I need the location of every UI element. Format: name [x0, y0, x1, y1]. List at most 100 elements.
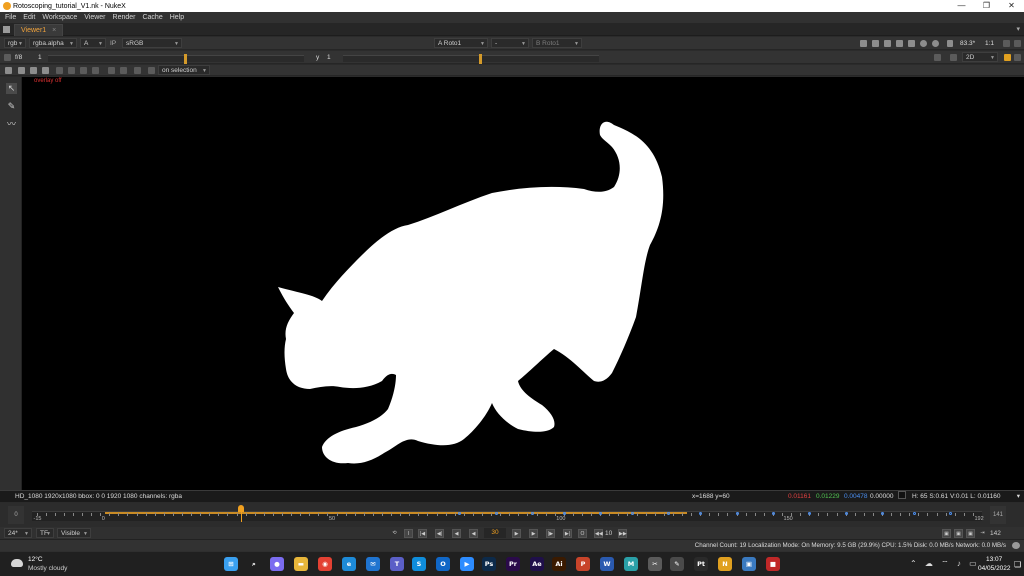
keyframe-marker[interactable] [771, 512, 775, 515]
app-icon[interactable]: ▣ [742, 557, 756, 571]
step-back-icon[interactable]: ◀ [452, 529, 461, 538]
keyframe-marker[interactable] [735, 512, 739, 515]
maximize-button[interactable]: ❐ [974, 0, 999, 12]
transform-icon[interactable] [30, 67, 37, 74]
powerpoint-icon[interactable]: P [576, 557, 590, 571]
menu-help[interactable]: Help [170, 14, 184, 21]
point-remove-icon[interactable] [92, 67, 99, 74]
menu-edit[interactable]: Edit [23, 14, 35, 21]
step-forward-icon[interactable]: ▶ [529, 529, 538, 538]
zoom-level[interactable]: 83.3* [960, 38, 975, 49]
gamma-slider[interactable] [343, 54, 599, 64]
after-effects-icon[interactable]: Ae [530, 557, 544, 571]
lock-icon[interactable] [932, 40, 939, 47]
frame-increment-field[interactable]: 10 [605, 528, 612, 539]
snipping-icon[interactable]: ✂ [648, 557, 662, 571]
bezier-tool-icon[interactable]: ✎ [6, 101, 17, 112]
premiere-icon[interactable]: Pr [506, 557, 520, 571]
out-point-icon[interactable]: O [578, 529, 587, 538]
weather-description[interactable]: Mostly cloudy [28, 565, 67, 572]
status-menu-icon[interactable] [1012, 542, 1020, 549]
guides-icon[interactable] [872, 40, 879, 47]
keyframe-marker[interactable] [844, 512, 848, 515]
channels-dropdown[interactable]: rgb ▼ [4, 38, 26, 48]
compare-dropdown[interactable]: - ▼ [491, 38, 529, 48]
lock-range-icon[interactable]: ▣ [966, 529, 975, 538]
mask-icon[interactable] [884, 40, 891, 47]
teams-icon[interactable]: T [390, 557, 404, 571]
play-reverse-icon[interactable]: ◀ [469, 529, 478, 538]
fps-dropdown[interactable]: 24* ▼ [4, 528, 32, 538]
gear-icon[interactable] [5, 67, 12, 74]
gamma-value[interactable]: 1 [327, 52, 331, 63]
windows-start-icon[interactable]: ⊞ [224, 557, 238, 571]
timeline-end-frame[interactable]: 141 [990, 506, 1006, 524]
end-frame-field[interactable]: 142 [990, 528, 1001, 539]
pt-icon[interactable]: Pt [694, 557, 708, 571]
menu-cache[interactable]: Cache [142, 14, 162, 21]
point-add-icon[interactable] [80, 67, 87, 74]
point-smooth-icon[interactable] [56, 67, 63, 74]
file-explorer-icon[interactable]: ▬ [294, 557, 308, 571]
fstop-toggle-icon[interactable] [4, 54, 11, 61]
brush-tool-icon[interactable]: 〰 [6, 119, 17, 130]
show-box-icon[interactable] [134, 67, 141, 74]
flipbook-icon[interactable]: ▣ [942, 529, 951, 538]
photoshop-icon[interactable]: Ps [482, 557, 496, 571]
next-keyframe-icon[interactable]: |▶ [546, 529, 555, 538]
system-tray[interactable]: ⌃ ☁ ⌔ ♪ ▭ [910, 559, 980, 569]
keyframe-marker[interactable] [531, 512, 534, 515]
viewer-settings-icon[interactable] [1003, 40, 1010, 47]
close-button[interactable]: ✕ [999, 0, 1024, 12]
menu-viewer[interactable]: Viewer [84, 14, 105, 21]
keyframe-marker[interactable] [881, 512, 884, 515]
timeline-track[interactable]: -15 0 50 100 150 192 [32, 505, 984, 522]
feather-icon[interactable] [18, 67, 25, 74]
keyframe-marker[interactable] [949, 512, 953, 515]
keyframe-marker[interactable] [494, 512, 498, 515]
brush-icon[interactable] [1004, 54, 1011, 61]
menu-render[interactable]: Render [113, 14, 136, 21]
maya-icon[interactable]: M [624, 557, 638, 571]
view-mode-dropdown[interactable]: 2D ▼ [962, 52, 998, 62]
illustrator-icon[interactable]: Ai [552, 557, 566, 571]
skype-icon[interactable]: S [412, 557, 426, 571]
first-frame-icon[interactable]: |◀ [418, 529, 427, 538]
layer-dropdown[interactable]: rgba.alpha ▼ [29, 38, 77, 48]
input-b-dropdown[interactable]: B Roto1 ▼ [532, 38, 582, 48]
clipping-icon[interactable] [908, 40, 915, 47]
menu-workspace[interactable]: Workspace [42, 14, 77, 21]
float-panel-icon[interactable] [1014, 40, 1021, 47]
roi-icon[interactable] [860, 40, 867, 47]
keyframe-marker[interactable] [631, 512, 634, 515]
display-channel-dropdown[interactable]: A ▼ [80, 38, 106, 48]
gain-slider[interactable] [48, 54, 304, 64]
link-icon[interactable] [42, 67, 49, 74]
in-point-icon[interactable]: I [404, 529, 413, 538]
chat-icon[interactable]: ● [270, 557, 284, 571]
tool-settings-icon[interactable] [1014, 54, 1021, 61]
step-back-increment-icon[interactable]: ◀◀ [594, 529, 603, 538]
keyframe-marker[interactable] [912, 512, 916, 515]
minimize-button[interactable]: — [949, 0, 974, 12]
playhead-handle[interactable] [238, 505, 245, 512]
clock-date[interactable]: 04/05/2022 [978, 565, 1011, 572]
notification-icon[interactable]: ❏ [1014, 560, 1021, 569]
zoom-icon[interactable]: ▶ [460, 557, 474, 571]
weather-temperature[interactable]: 12°C [28, 556, 43, 563]
last-frame-icon[interactable]: ▶| [563, 529, 572, 538]
pause-icon[interactable] [947, 40, 953, 47]
keyframe-marker[interactable] [599, 512, 603, 515]
nuke-icon[interactable]: N [718, 557, 732, 571]
keyframe-marker[interactable] [808, 512, 812, 515]
proxy-ratio[interactable]: 1:1 [985, 38, 994, 49]
gamma-slider-handle[interactable] [479, 54, 482, 64]
red-app-icon[interactable]: ■ [766, 557, 780, 571]
wipe-icon[interactable] [896, 40, 903, 47]
outlook-icon[interactable]: O [436, 557, 450, 571]
edge-icon[interactable]: e [342, 557, 356, 571]
cloud-icon[interactable] [11, 559, 23, 567]
mail-icon[interactable]: ✉ [366, 557, 380, 571]
word-icon[interactable]: W [600, 557, 614, 571]
view-mode-icon[interactable] [950, 54, 957, 61]
